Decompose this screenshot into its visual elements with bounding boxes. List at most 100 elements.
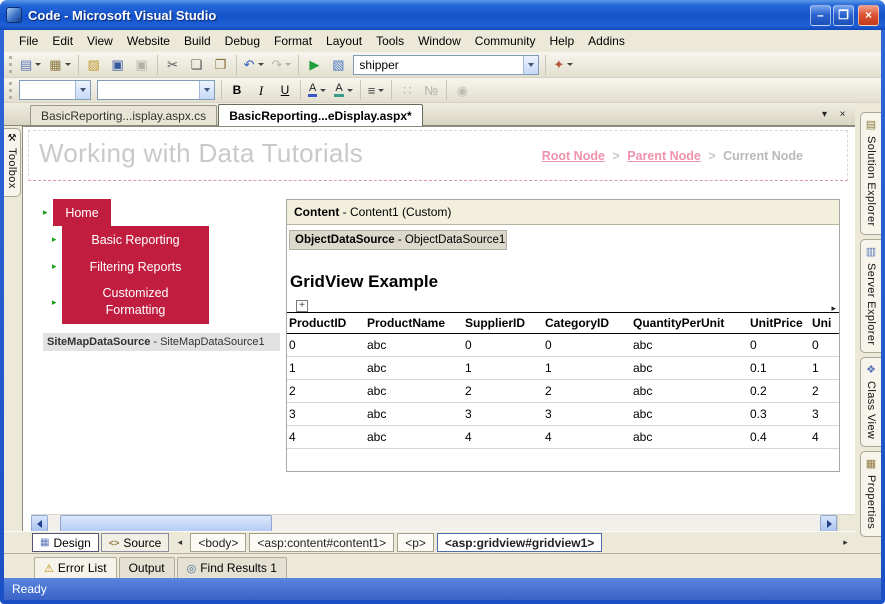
- nav-item-customized-formatting[interactable]: ▸ Customized Formatting: [52, 280, 209, 324]
- alignment-button[interactable]: ≡: [365, 79, 388, 101]
- toolbar-separator: [359, 80, 361, 100]
- control-name: ObjectDataSource: [295, 234, 395, 246]
- highlight-button[interactable]: A: [331, 79, 355, 101]
- content-region-header[interactable]: Content - Content1 (Custom): [287, 200, 839, 225]
- cut-button[interactable]: ✂: [162, 54, 184, 76]
- tag-p[interactable]: <p>: [397, 533, 434, 552]
- tag-scroll-right-button[interactable]: ▸: [839, 533, 852, 552]
- menu-item[interactable]: Format: [267, 31, 319, 51]
- control-id: - Content1 (Custom): [339, 205, 452, 219]
- align-left-icon: ≡: [367, 82, 376, 98]
- scroll-right-button[interactable]: [820, 515, 837, 531]
- tag-scroll-left-button[interactable]: ◂: [173, 533, 186, 552]
- tab-output[interactable]: Output: [118, 557, 175, 578]
- browser-icon: ▧: [332, 57, 345, 72]
- toolbar-combobox[interactable]: shipper: [353, 54, 540, 75]
- font-name-combobox[interactable]: [97, 80, 215, 100]
- title-bar[interactable]: Code - Microsoft Visual Studio – ❐ ×: [0, 0, 885, 30]
- start-debugging-button[interactable]: ▶: [303, 54, 325, 76]
- right-dock-strip: ▤ Solution Explorer ▥ Server Explorer ❖ …: [855, 110, 881, 538]
- grid-cell: abc: [631, 356, 748, 380]
- menu-item[interactable]: Website: [120, 31, 177, 51]
- content-region[interactable]: Content - Content1 (Custom) ObjectDataSo…: [286, 199, 840, 472]
- tab-solution-explorer[interactable]: ▤ Solution Explorer: [860, 112, 881, 235]
- tab-toolbox[interactable]: ⚒ Toolbox: [4, 128, 21, 197]
- block-format-combobox[interactable]: [19, 80, 91, 100]
- bold-button[interactable]: B: [226, 79, 248, 101]
- chevron-down-icon[interactable]: [75, 81, 90, 99]
- numbered-list-button[interactable]: №: [420, 79, 442, 101]
- tag-asp-content[interactable]: <asp:content#content1>: [249, 533, 395, 552]
- grid-cell: 2: [463, 379, 543, 403]
- save-all-button[interactable]: ▣: [131, 54, 153, 76]
- tag-asp-gridview[interactable]: <asp:gridview#gridview1>: [436, 533, 603, 552]
- tab-class-view[interactable]: ❖ Class View: [860, 357, 881, 448]
- grid-column-header: CategoryID: [543, 312, 631, 334]
- redo-button[interactable]: ↷: [269, 54, 295, 76]
- bullet-list-button[interactable]: ∷: [396, 79, 418, 101]
- nav-item-home[interactable]: ▸ Home: [43, 199, 209, 226]
- view-in-browser-button[interactable]: ▧: [327, 54, 349, 76]
- menu-item[interactable]: Community: [468, 31, 543, 51]
- menu-item[interactable]: View: [80, 31, 120, 51]
- menu-item[interactable]: Debug: [218, 31, 267, 51]
- tab-server-explorer[interactable]: ▥ Server Explorer: [860, 238, 881, 353]
- other-windows-button[interactable]: ✦: [550, 54, 576, 76]
- objectdatasource-control[interactable]: ObjectDataSource - ObjectDataSource1: [289, 230, 507, 250]
- tab-error-list[interactable]: ⚠ Error List: [34, 557, 117, 578]
- menu-item[interactable]: Addins: [581, 31, 632, 51]
- scroll-left-button[interactable]: [31, 515, 48, 531]
- gridview-move-handle[interactable]: +: [296, 300, 308, 312]
- document-list-button[interactable]: ▾: [817, 107, 832, 122]
- sitemapdatasource-control[interactable]: SiteMapDataSource - SiteMapDataSource1: [43, 333, 280, 351]
- design-surface[interactable]: Working with Data Tutorials Root Node > …: [22, 126, 855, 531]
- menu-item[interactable]: Build: [177, 31, 218, 51]
- maximize-button[interactable]: ❐: [833, 4, 854, 26]
- breadcrumb-link-root[interactable]: Root Node: [542, 149, 605, 163]
- menu-item[interactable]: File: [12, 31, 45, 51]
- hyperlink-button[interactable]: ◉: [451, 79, 473, 101]
- chevron-down-icon[interactable]: [523, 55, 539, 74]
- nav-item-basic-reporting[interactable]: ▸ Basic Reporting: [52, 226, 209, 253]
- menu-item[interactable]: Window: [411, 31, 468, 51]
- scrollbar-thumb[interactable]: [60, 515, 272, 531]
- gridview-smart-tag[interactable]: ▸: [831, 303, 836, 314]
- new-website-button[interactable]: ▤: [17, 54, 44, 76]
- open-folder-icon: ▨: [87, 57, 100, 72]
- gridview-control[interactable]: + ▸ ProductID ProductName SupplierID Catego…: [287, 300, 839, 449]
- paste-button[interactable]: ❐: [210, 54, 232, 76]
- warning-icon: ⚠: [44, 562, 54, 575]
- menu-item[interactable]: Edit: [45, 31, 80, 51]
- minimize-button[interactable]: –: [810, 4, 831, 26]
- gridview-table[interactable]: ProductID ProductName SupplierID CategoryID…: [287, 312, 839, 449]
- close-button[interactable]: ×: [858, 4, 879, 26]
- source-view-button[interactable]: <> Source: [100, 533, 170, 552]
- tab-code-behind[interactable]: BasicReporting...isplay.aspx.cs: [30, 105, 218, 125]
- underline-button[interactable]: U: [274, 79, 296, 101]
- menu-item[interactable]: Help: [542, 31, 581, 51]
- menu-item[interactable]: Tools: [369, 31, 411, 51]
- design-view-button[interactable]: ▦ Design: [32, 533, 99, 552]
- scrollbar-track[interactable]: [48, 515, 820, 531]
- menu-item[interactable]: Layout: [319, 31, 369, 51]
- tab-properties[interactable]: ▦ Properties: [860, 451, 881, 538]
- nav-item-filtering-reports[interactable]: ▸ Filtering Reports: [52, 253, 209, 280]
- grid-cell: abc: [365, 333, 463, 357]
- undo-button[interactable]: ↶: [241, 54, 267, 76]
- close-document-button[interactable]: ×: [835, 107, 850, 122]
- tab-find-results[interactable]: ◎ Find Results 1: [176, 557, 287, 578]
- save-button[interactable]: ▣: [107, 54, 129, 76]
- breadcrumb-link-parent[interactable]: Parent Node: [627, 149, 701, 163]
- left-dock-strip: ⚒ Toolbox: [4, 126, 22, 531]
- tab-markup[interactable]: BasicReporting...eDisplay.aspx*: [218, 104, 423, 126]
- grid-cell: 3: [287, 402, 365, 426]
- chevron-down-icon[interactable]: [199, 81, 214, 99]
- italic-button[interactable]: I: [250, 79, 272, 101]
- control-name: SiteMapDataSource: [47, 336, 151, 348]
- horizontal-scrollbar[interactable]: [31, 514, 855, 531]
- open-file-button[interactable]: ▨: [83, 54, 105, 76]
- font-color-button[interactable]: A: [305, 79, 329, 101]
- add-new-item-button[interactable]: ▦: [46, 54, 73, 76]
- tag-body[interactable]: <body>: [190, 533, 247, 552]
- copy-button[interactable]: ❏: [186, 54, 208, 76]
